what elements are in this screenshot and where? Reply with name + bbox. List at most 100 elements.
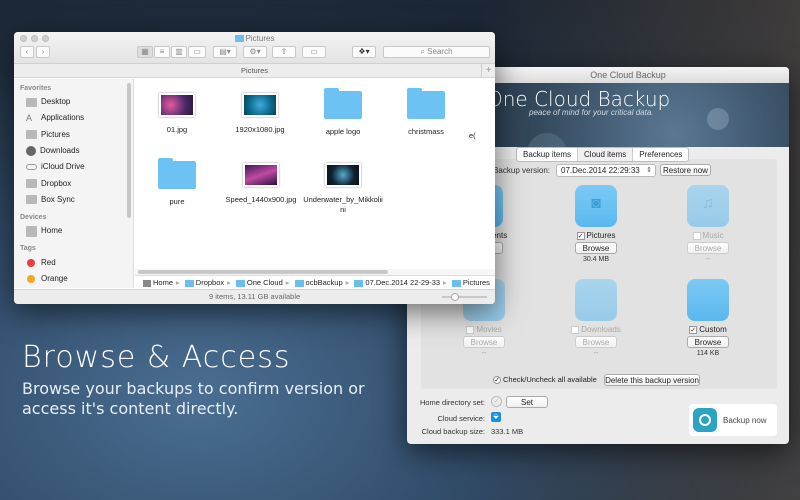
backup-version-value: 07.Dec.2014 22:29:33 [561, 166, 640, 175]
downloads-size: -- [593, 350, 599, 357]
breadcrumb-dropbox[interactable]: Dropbox [196, 278, 224, 287]
movies-browse-button[interactable]: Browse [463, 336, 505, 348]
promo-subtitle: Browse your backups to confirm version o… [22, 379, 365, 418]
back-button[interactable]: ‹ [20, 46, 34, 58]
icon-view-button[interactable]: ▦ [137, 46, 153, 58]
pictures-folder-icon: ◙ [575, 185, 617, 227]
sidebar-item-pictures[interactable]: Pictures [14, 127, 133, 143]
cloud-size-label: Cloud backup size: [421, 427, 485, 436]
pictures-checkbox[interactable]: ✓ Pictures [556, 231, 636, 240]
file-item[interactable]: Underwater_by_Mikkoliini [303, 163, 383, 215]
orange-tag-icon [27, 274, 35, 283]
movies-size: -- [481, 350, 487, 357]
image-thumbnail-icon [243, 163, 279, 187]
tab-preferences[interactable]: Preferences [633, 148, 688, 161]
tab-backup-items[interactable]: Backup items [517, 148, 579, 161]
sidebar-item-icloud[interactable]: iCloud Drive [14, 159, 133, 175]
finder-title: Pictures [14, 34, 495, 43]
finder-sidebar: Favorites Desktop A Applications Pictures… [14, 79, 134, 288]
backup-now-label: Backup now [723, 415, 767, 425]
movies-checkbox[interactable]: Movies [444, 325, 524, 334]
custom-size: 114 KB [696, 350, 720, 357]
folder-icon [26, 179, 37, 189]
red-tag-icon [27, 258, 35, 267]
backup-now-button[interactable]: Backup now [689, 404, 777, 436]
sidebar-item-dropbox[interactable]: Dropbox [14, 175, 133, 191]
file-item-partial[interactable]: e( [469, 93, 489, 141]
set-button[interactable]: Set [506, 396, 548, 408]
folder-icon [26, 195, 37, 205]
delete-version-button[interactable]: Delete this backup version [604, 374, 700, 386]
finder-toolbar: Pictures ‹ › ▦ ≡ ▥ ▭ ▤▾ ⚙▾ ⇧ ▭ ❖▾ ⌕ Sear… [14, 32, 495, 64]
sidebar-item-tag-red[interactable]: Red [14, 254, 133, 270]
folder-icon [234, 35, 244, 43]
file-grid: 01.jpg 1920x1080.jpg apple logo christma… [135, 79, 495, 269]
icon-size-slider[interactable] [442, 293, 487, 301]
sidebar-scrollbar[interactable] [127, 83, 131, 218]
sidebar-item-desktop[interactable]: Desktop [14, 94, 133, 110]
coverflow-view-button[interactable]: ▭ [188, 46, 206, 58]
ocb-logo-icon [693, 408, 717, 432]
music-folder-icon: ♫ [687, 185, 729, 227]
custom-folder-icon [687, 279, 729, 321]
camera-icon [26, 130, 37, 140]
forward-button[interactable]: › [36, 46, 50, 58]
action-gear-button[interactable]: ⚙▾ [243, 46, 267, 58]
finder-window: Pictures ‹ › ▦ ≡ ▥ ▭ ▤▾ ⚙▾ ⇧ ▭ ❖▾ ⌕ Sear… [14, 32, 495, 304]
folder-item[interactable]: pure [137, 158, 217, 207]
sidebar-item-box-sync[interactable]: Box Sync [14, 192, 133, 208]
downloads-browse-button[interactable]: Browse [575, 336, 617, 348]
breadcrumb-ocbbackup[interactable]: ocbBackup [306, 278, 343, 287]
item-pictures: ◙ ✓ Pictures Browse 30.4 MB [556, 185, 636, 263]
file-item[interactable]: 01.jpg [137, 93, 217, 135]
sidebar-item-home[interactable]: Home [14, 223, 133, 239]
file-item[interactable]: Speed_1440x900.jpg [220, 163, 302, 205]
backup-version-select[interactable]: 07.Dec.2014 22:29:33 ⇕ [556, 164, 656, 177]
folder-item[interactable]: apple logo [303, 88, 383, 137]
folder-icon [324, 88, 362, 119]
drive-icon [26, 225, 37, 237]
search-input[interactable]: ⌕ Search [383, 46, 490, 58]
status-bar: 9 items, 13.11 GB available [14, 289, 495, 304]
tab-cloud-items[interactable]: Cloud items [578, 148, 634, 161]
breadcrumb-home[interactable]: Home [153, 278, 173, 287]
sidebar-item-tag-orange[interactable]: Orange [14, 271, 133, 287]
breadcrumb-pictures[interactable]: Pictures [463, 278, 490, 287]
list-view-button[interactable]: ≡ [154, 46, 170, 58]
music-browse-button[interactable]: Browse [687, 242, 729, 254]
home-dir-status-icon: ✓ [491, 396, 502, 407]
pictures-browse-button[interactable]: Browse [575, 242, 617, 254]
promo-title: Browse & Access [22, 340, 291, 375]
folder-item[interactable]: christmass [386, 88, 466, 137]
new-tab-button[interactable]: + [481, 64, 495, 78]
status-text: 9 items, 13.11 GB available [209, 292, 301, 301]
restore-now-button[interactable]: Restore now [660, 164, 711, 176]
column-view-button[interactable]: ▥ [171, 46, 187, 58]
arrange-button[interactable]: ▤▾ [213, 46, 237, 58]
breadcrumb-version[interactable]: 07.Dec.2014 22-29-33 [365, 278, 440, 287]
file-item[interactable]: 1920x1080.jpg [220, 93, 300, 135]
cloud-icon [26, 164, 37, 171]
sidebar-item-applications[interactable]: A Applications [14, 110, 133, 126]
custom-checkbox[interactable]: ✓ Custom [668, 325, 748, 334]
tab-pictures[interactable]: Pictures [241, 66, 268, 75]
music-checkbox[interactable]: Music [668, 231, 748, 240]
home-dir-label: Home directory set: [419, 398, 485, 407]
downloads-checkbox[interactable]: Downloads [556, 325, 636, 334]
folder-icon [235, 279, 245, 287]
breadcrumb-one-cloud[interactable]: One Cloud [247, 278, 283, 287]
sidebar-item-downloads[interactable]: Downloads [14, 143, 133, 159]
check-all-toggle[interactable]: ✓ Check/Uncheck all available [493, 375, 597, 385]
folder-icon [407, 88, 445, 119]
image-thumbnail-icon [325, 163, 361, 187]
share-button[interactable]: ⇧ [272, 46, 296, 58]
dropbox-icon[interactable]: ⬙ [491, 412, 501, 422]
custom-browse-button[interactable]: Browse [687, 336, 729, 348]
item-music: ♫ Music Browse -- [668, 185, 748, 263]
banner-tagline: peace of mind for your critical data. [529, 108, 654, 117]
tags-button[interactable]: ▭ [302, 46, 326, 58]
slider-knob[interactable] [451, 293, 460, 301]
dropbox-menu-button[interactable]: ❖▾ [352, 46, 376, 58]
stepper-icon: ⇕ [646, 167, 652, 174]
path-bar: Home ▸ Dropbox ▸ One Cloud ▸ ocbBackup ▸ 07.Dec.… [135, 275, 495, 289]
